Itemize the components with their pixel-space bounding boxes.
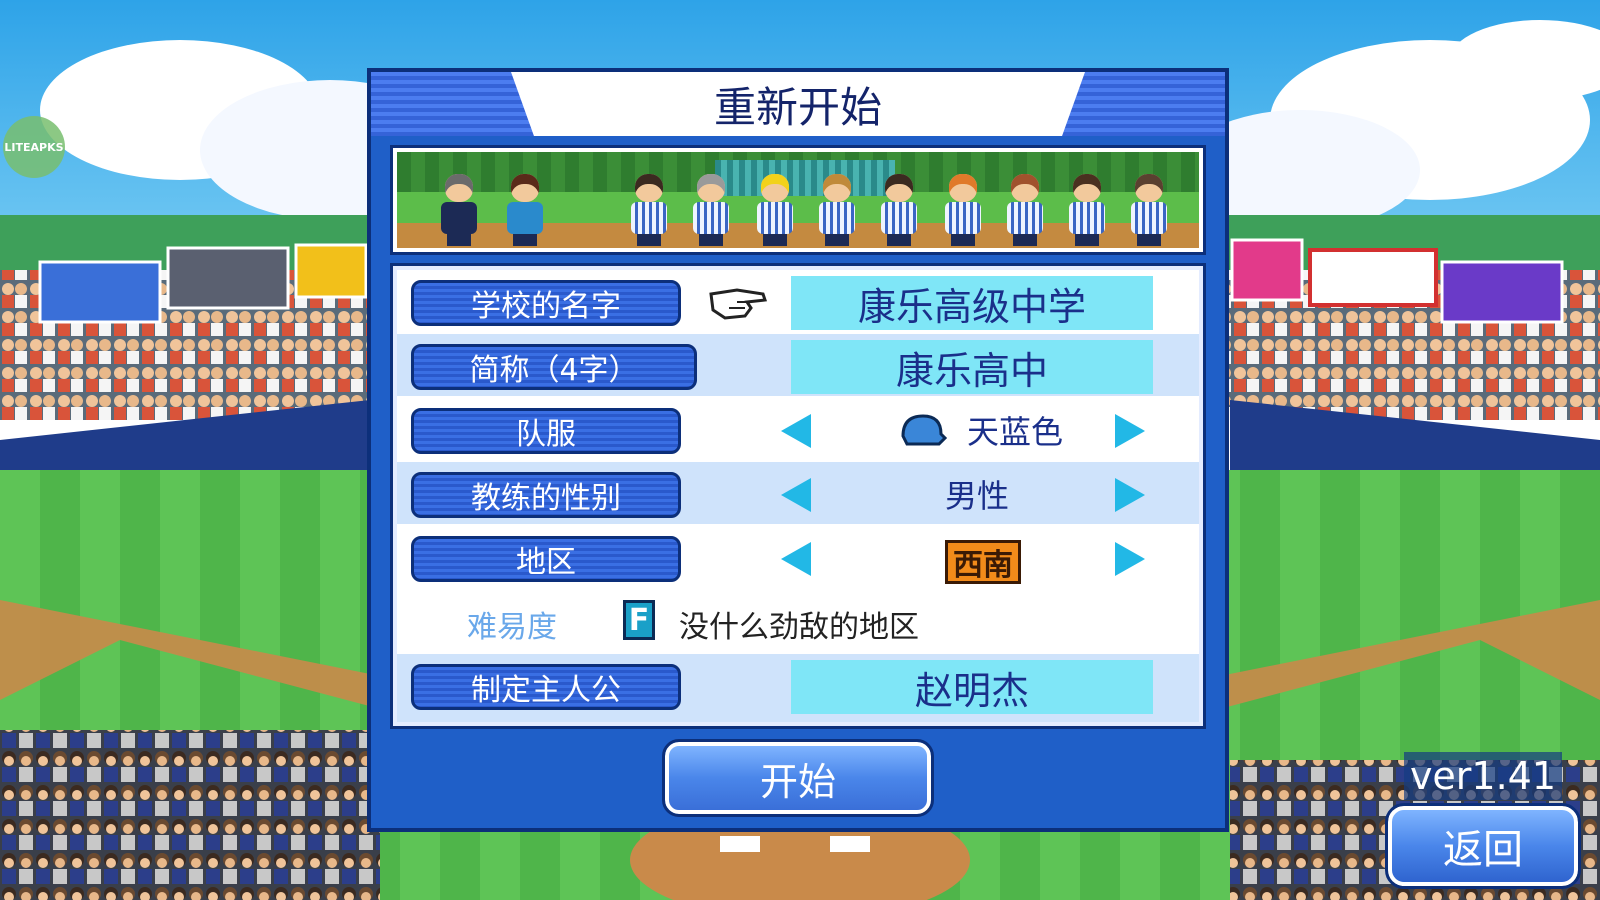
uniform-next-arrow-icon[interactable]	[1115, 414, 1145, 448]
back-button[interactable]: 返回	[1385, 803, 1581, 889]
coach-gender-next-arrow-icon[interactable]	[1115, 478, 1145, 512]
row-protagonist: 制定主人公 赵明杰	[397, 654, 1199, 722]
player-avatar	[691, 174, 731, 248]
coach-avatar	[439, 174, 479, 248]
player-avatar	[1067, 174, 1107, 248]
row-short-name: 简称（4字） 康乐高中	[397, 334, 1199, 396]
player-avatar	[943, 174, 983, 248]
difficulty-label: 难易度	[467, 610, 557, 645]
player-avatar	[817, 174, 857, 248]
team-banner	[390, 145, 1206, 255]
school-name-field[interactable]: 康乐高级中学	[791, 276, 1153, 330]
settings-form: 学校的名字 康乐高级中学 简称（4字） 康乐高中 队服 天蓝色 教练的性别 男性	[390, 263, 1206, 729]
difficulty-grade: F	[623, 600, 655, 640]
player-avatar	[879, 174, 919, 248]
protagonist-field[interactable]: 赵明杰	[791, 660, 1153, 714]
region-prev-arrow-icon[interactable]	[781, 542, 811, 576]
region-next-arrow-icon[interactable]	[1115, 542, 1145, 576]
cap-icon	[901, 414, 947, 446]
watermark-badge: LITEAPKS	[3, 116, 65, 178]
coach-gender-value: 男性	[945, 477, 1010, 515]
coach-gender-prev-arrow-icon[interactable]	[781, 478, 811, 512]
short-name-field[interactable]: 康乐高中	[791, 340, 1153, 394]
row-coach-gender: 教练的性别 男性	[397, 462, 1199, 524]
manager-avatar	[505, 174, 545, 248]
region-label: 地区	[411, 536, 681, 582]
uniform-value: 天蓝色	[967, 413, 1064, 451]
row-uniform: 队服 天蓝色	[397, 398, 1199, 460]
banner-gate	[715, 160, 895, 196]
row-difficulty: 难易度 F 没什么劲敌的地区	[397, 590, 1199, 652]
region-value: 西南	[945, 540, 1021, 584]
player-avatar	[1005, 174, 1045, 248]
uniform-label: 队服	[411, 408, 681, 454]
short-name-label: 简称（4字）	[411, 344, 697, 390]
uniform-prev-arrow-icon[interactable]	[781, 414, 811, 448]
version-label: ver1.41	[1404, 752, 1562, 800]
dialog-title: 重新开始	[511, 72, 1085, 136]
dialog-title-bar: 重新开始	[371, 72, 1225, 136]
school-name-label: 学校的名字	[411, 280, 681, 326]
coach-gender-label: 教练的性别	[411, 472, 681, 518]
row-school-name: 学校的名字 康乐高级中学	[397, 270, 1199, 332]
player-avatar	[1129, 174, 1169, 248]
player-avatar	[755, 174, 795, 248]
difficulty-description: 没什么劲敌的地区	[679, 610, 919, 645]
restart-dialog: 重新开始 学校的名字 康乐高级中学 简称（4字） 康乐高中 队服 天蓝色 教练的…	[367, 68, 1229, 832]
row-region: 地区 西南	[397, 526, 1199, 588]
start-button[interactable]: 开始	[662, 739, 934, 817]
player-avatar	[629, 174, 669, 248]
pointing-hand-icon	[709, 288, 768, 320]
protagonist-label: 制定主人公	[411, 664, 681, 710]
